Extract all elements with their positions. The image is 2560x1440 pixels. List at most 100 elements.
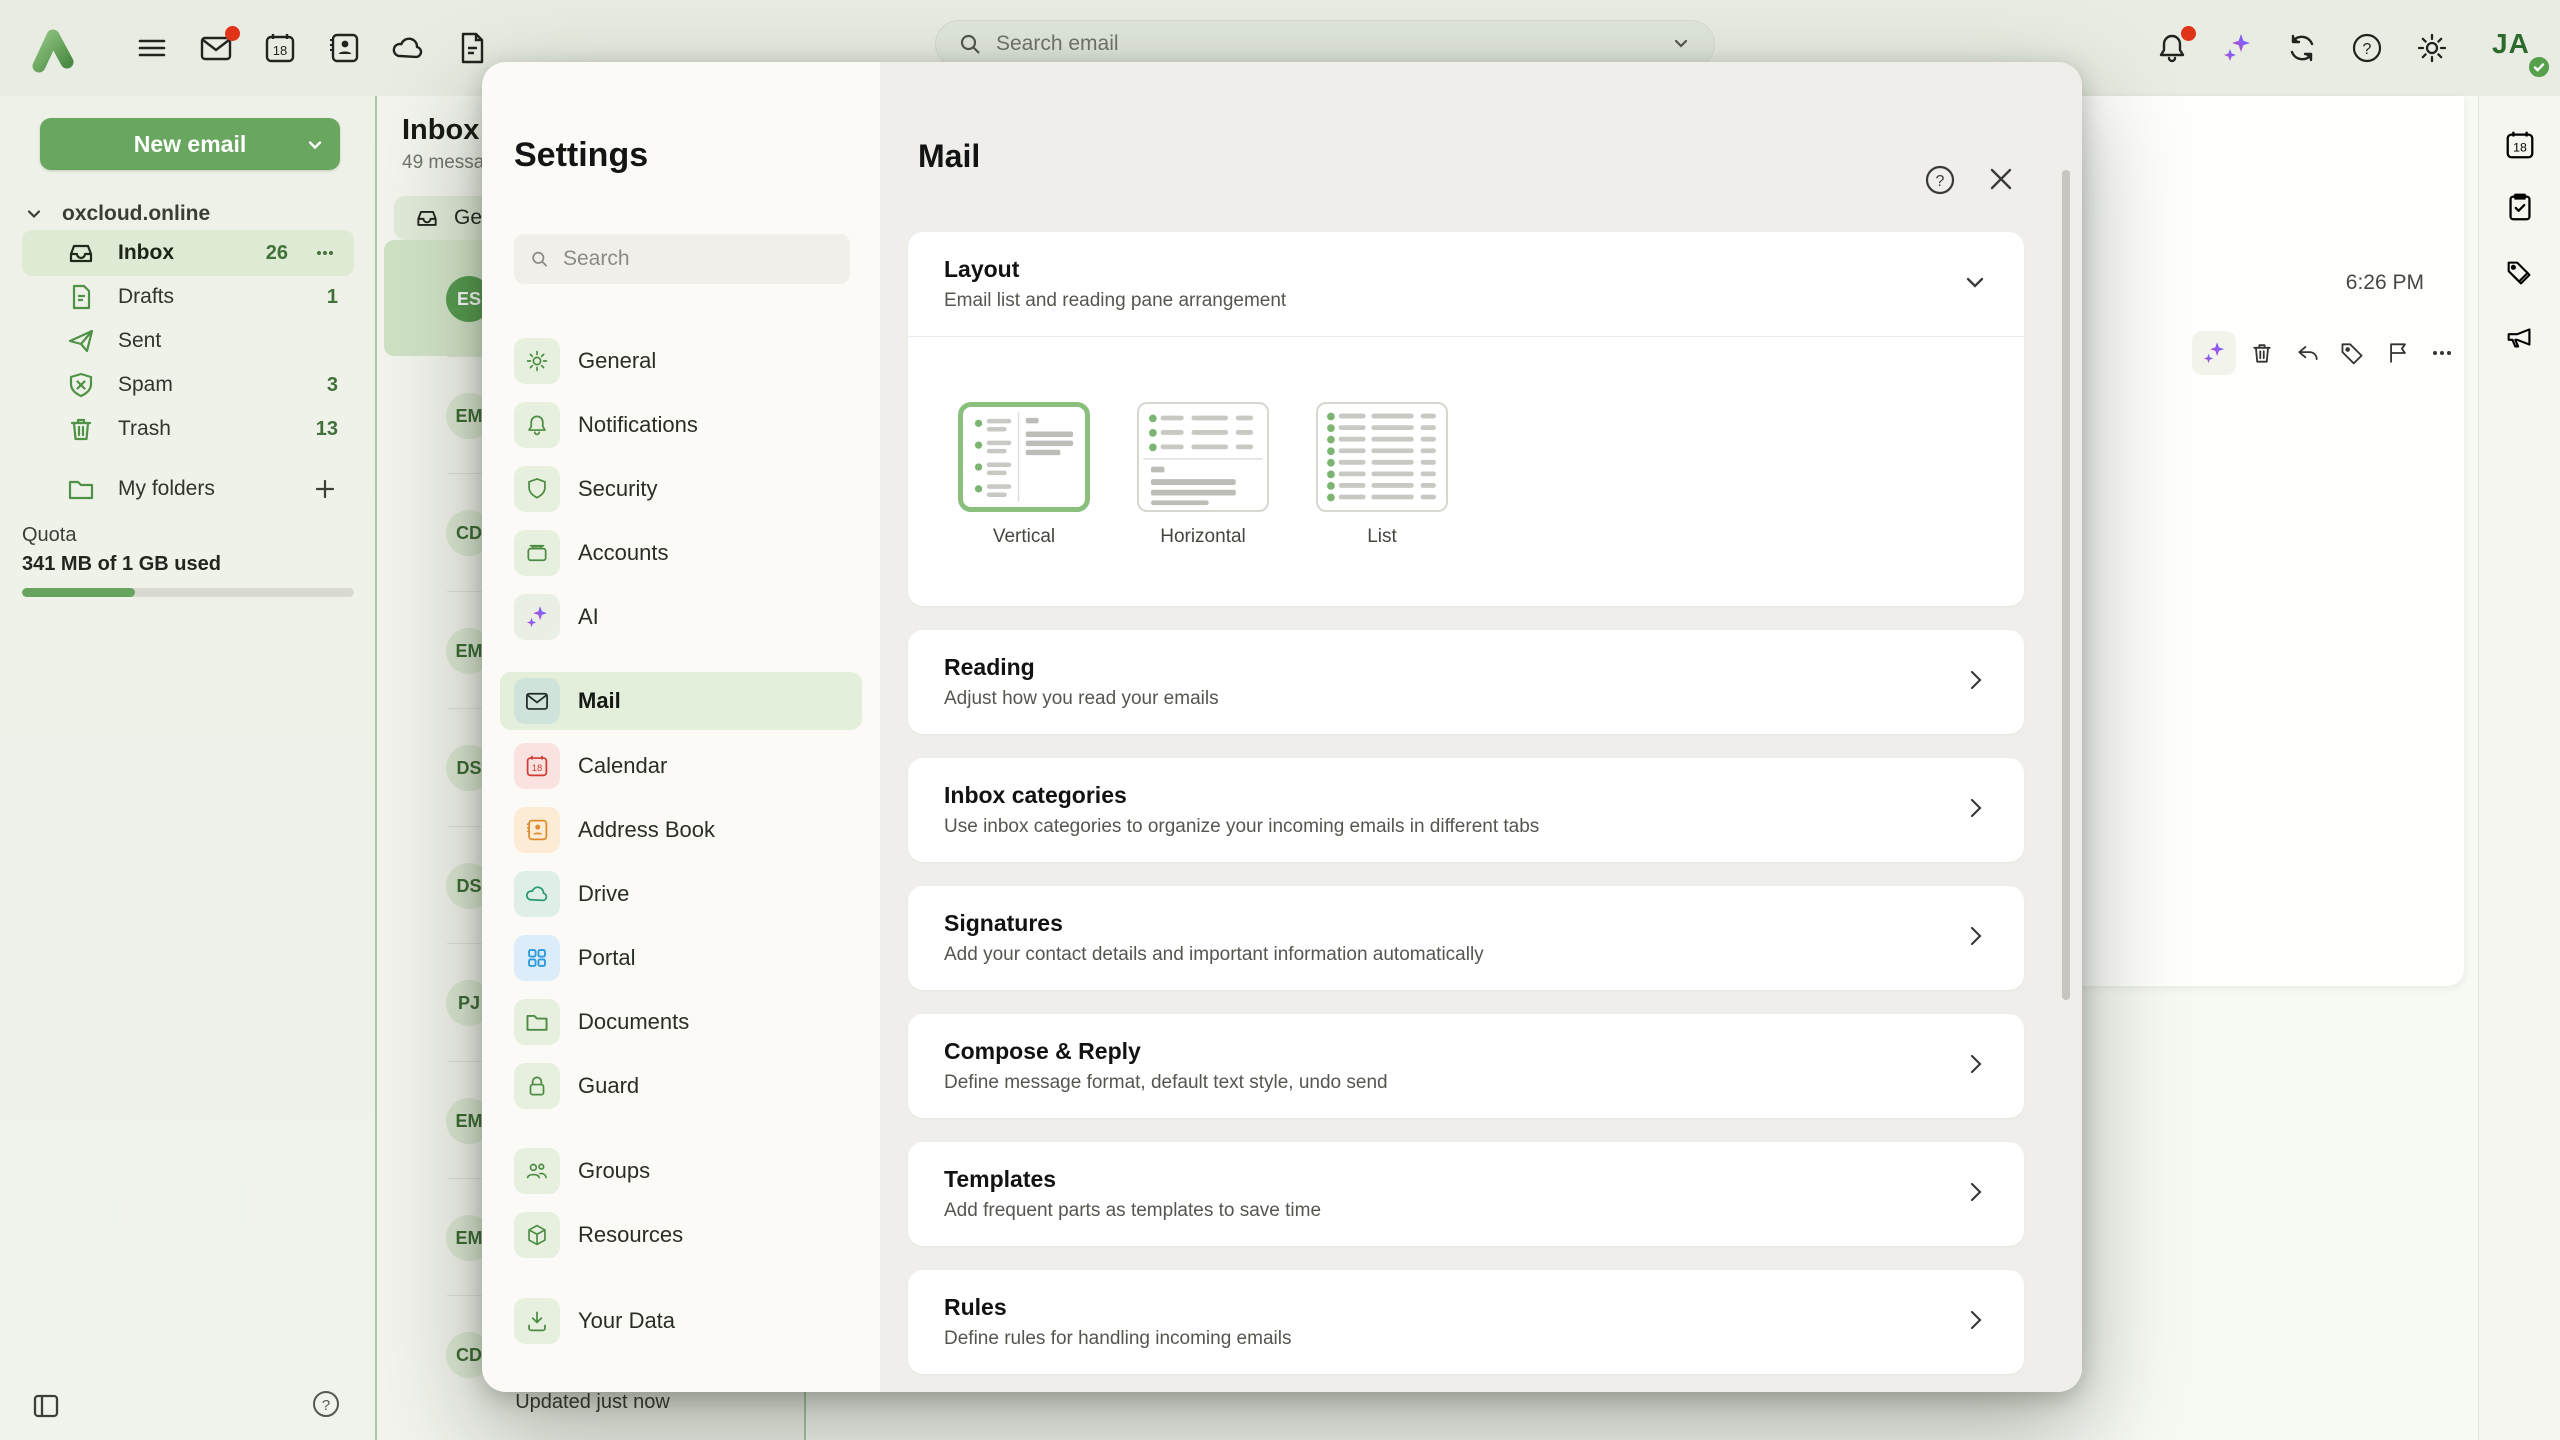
help-circle-icon[interactable]: ? [310,1388,342,1420]
settings-nav-resources[interactable]: Resources [500,1206,862,1264]
mail-app-icon[interactable] [198,30,234,66]
settings-nav-address-book[interactable]: Address Book [500,801,862,859]
address-book-icon [514,807,560,853]
documents-app-icon[interactable] [454,30,490,66]
new-email-dropdown-chevron-icon[interactable] [306,136,324,154]
shield-icon [514,466,560,512]
layout-option-horizontal[interactable]: Horizontal [1137,402,1269,548]
search-email-input[interactable] [996,32,1656,56]
sidebar-item-trash[interactable]: Trash 13 [22,406,354,452]
folder-label: Trash [118,417,171,441]
folder-label: Drafts [118,285,174,309]
toggle-sidebar-icon[interactable] [30,1390,62,1422]
settings-nav-general[interactable]: General [500,332,862,390]
lock-icon [514,1063,560,1109]
settings-row-reading[interactable]: Reading Adjust how you read your emails [908,630,2024,734]
chevron-right-icon [1962,666,1990,694]
quota-bar-fill [22,588,135,597]
calendar-icon: 18 [514,743,560,789]
settings-nav-your-data[interactable]: Your Data [500,1292,862,1350]
folder-count: 3 [327,374,338,397]
settings-nav-ai[interactable]: AI [500,588,862,646]
folder-icon [66,474,96,504]
settings-nav-security[interactable]: Security [500,460,862,518]
settings-nav-drive[interactable]: Drive [500,865,862,923]
close-icon[interactable] [1984,162,2018,196]
chevron-right-icon [1962,794,1990,822]
settings-nav-documents[interactable]: Documents [500,993,862,1051]
settings-row-inbox-categories[interactable]: Inbox categories Use inbox categories to… [908,758,2024,862]
account-name: oxcloud.online [62,202,210,226]
spam-icon [66,370,96,400]
user-avatar[interactable]: JA [2492,28,2550,72]
settings-nav-panel: Settings General Notifications Security … [482,62,880,1392]
groups-icon [514,1148,560,1194]
sidebar-item-spam[interactable]: Spam 3 [22,362,354,408]
flag-icon[interactable] [2376,331,2420,375]
briefcase-icon [514,530,560,576]
new-email-label: New email [134,131,247,158]
quota-usage: 341 MB of 1 GB used [22,553,354,576]
panel-help-icon[interactable]: ? [1922,162,1958,198]
rail-tasks-icon[interactable] [2503,190,2537,224]
search-scope-chevron-icon[interactable] [1670,33,1692,55]
settings-nav-portal[interactable]: Portal [500,929,862,987]
ai-summarize-icon[interactable] [2192,331,2236,375]
reply-icon[interactable] [2286,331,2330,375]
ai-sparkle-icon[interactable] [2219,30,2255,66]
right-rail: 18 [2478,96,2560,1440]
layout-section-card[interactable]: Layout Email list and reading pane arran… [908,232,2024,606]
rail-newsletter-icon[interactable] [2503,320,2537,354]
settings-row-rules[interactable]: Rules Define rules for handling incoming… [908,1270,2024,1374]
settings-nav-groups[interactable]: Groups [500,1142,862,1200]
quota-block: Quota 341 MB of 1 GB used [22,524,354,597]
more-actions-icon[interactable] [2420,331,2464,375]
tag-icon[interactable] [2330,331,2374,375]
folder-label: Spam [118,373,173,397]
settings-row-signatures[interactable]: Signatures Add your contact details and … [908,886,2024,990]
settings-gear-icon[interactable] [2414,30,2450,66]
inbox-more-icon[interactable] [312,240,338,266]
calendar-app-icon[interactable]: 18 [262,30,298,66]
layout-option-list[interactable]: List [1316,402,1448,548]
folder-icon [514,999,560,1045]
new-email-button[interactable]: New email [40,118,340,170]
settings-nav-accounts[interactable]: Accounts [500,524,862,582]
settings-search-input[interactable] [563,247,834,271]
my-folders-row[interactable]: My folders [22,466,354,512]
chevron-right-icon [1962,1178,1990,1206]
sidebar-item-sent[interactable]: Sent [22,318,354,364]
cloud-icon [514,871,560,917]
rail-tags-icon[interactable] [2503,256,2537,290]
sidebar-item-inbox[interactable]: Inbox 26 [22,230,354,276]
settings-nav-guard[interactable]: Guard [500,1057,862,1115]
sync-icon[interactable] [2284,30,2320,66]
drive-cloud-app-icon[interactable] [390,30,426,66]
settings-nav-mail[interactable]: Mail [500,672,862,730]
settings-nav-calendar[interactable]: 18 Calendar [500,737,862,795]
layout-option-vertical[interactable]: Vertical [958,402,1090,548]
collapse-chevron-icon[interactable] [1960,268,1990,298]
help-icon[interactable]: ? [2349,30,2385,66]
quota-bar [22,588,354,597]
settings-search[interactable] [514,234,850,284]
inbox-icon [66,238,96,268]
search-icon [530,248,549,270]
folder-label: Sent [118,329,161,353]
add-folder-icon[interactable] [312,476,338,502]
notifications-bell-icon[interactable] [2154,30,2190,66]
settings-row-compose-reply[interactable]: Compose & Reply Define message format, d… [908,1014,2024,1118]
scrollbar[interactable] [2062,170,2070,1000]
account-row[interactable]: oxcloud.online [24,196,354,232]
chevron-right-icon [1962,922,1990,950]
settings-row-templates[interactable]: Templates Add frequent parts as template… [908,1142,2024,1246]
settings-nav-notifications[interactable]: Notifications [500,396,862,454]
sidebar-item-drafts[interactable]: Drafts 1 [22,274,354,320]
delete-icon[interactable] [2240,331,2284,375]
layout-title: Layout [944,256,1019,283]
contacts-app-icon[interactable] [326,30,362,66]
global-search-bar[interactable] [935,20,1715,68]
rail-calendar-icon[interactable]: 18 [2503,128,2537,162]
hamburger-menu-icon[interactable] [134,30,170,66]
app-logo[interactable] [26,22,78,74]
